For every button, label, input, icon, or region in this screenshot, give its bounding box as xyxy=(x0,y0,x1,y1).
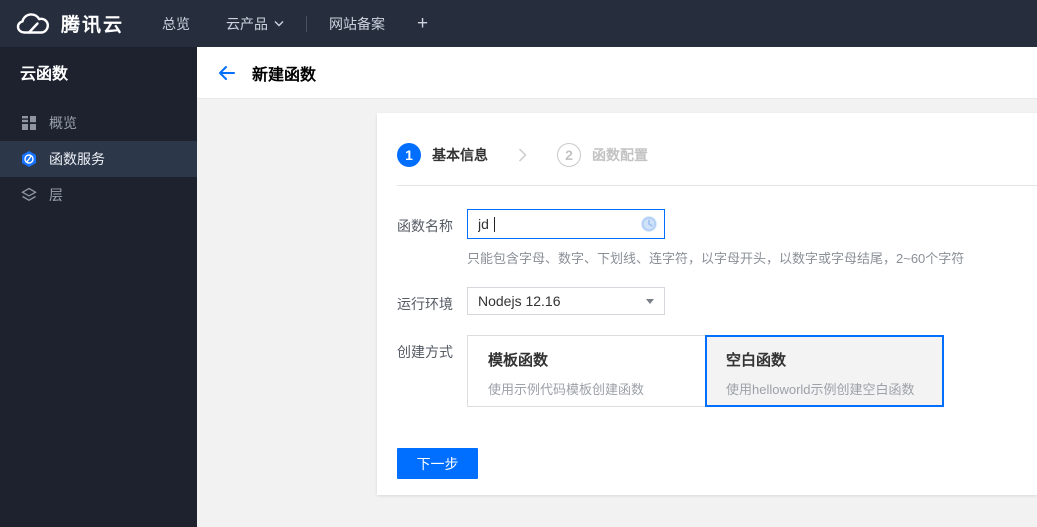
page-title: 新建函数 xyxy=(252,66,317,84)
method-card-blank-function[interactable]: 空白函数 使用helloworld示例创建空白函数 xyxy=(705,335,944,407)
brand-text: 腾讯云 xyxy=(61,15,125,36)
sidebar-menu: 概览 函数服务 层 xyxy=(0,105,197,213)
sidebar-title: 云函数 xyxy=(20,66,69,83)
nav-overview[interactable]: 总览 xyxy=(144,0,208,47)
creation-method-row: 创建方式 模板函数 使用示例代码模板创建函数 空白函数 使用helloworld… xyxy=(397,335,1017,407)
sidebar-item-label: 函数服务 xyxy=(49,151,105,167)
grid-icon xyxy=(20,114,38,132)
back-arrow-icon[interactable] xyxy=(218,64,236,82)
nav-cloud-products[interactable]: 云产品 xyxy=(208,0,302,47)
sidebar-item-function-service[interactable]: 函数服务 xyxy=(0,141,197,177)
chevron-down-icon xyxy=(274,20,284,27)
runtime-row: 运行环境 Nodejs 12.16 xyxy=(397,287,1017,315)
text-caret xyxy=(494,217,495,232)
runtime-selected-value: Nodejs 12.16 xyxy=(478,293,561,309)
page-header: 新建函数 xyxy=(197,47,1037,99)
cloud-logo-icon xyxy=(15,11,52,36)
function-name-label: 函数名称 xyxy=(397,218,453,234)
chevron-right-icon xyxy=(518,148,527,162)
step-2-label: 函数配置 xyxy=(592,147,648,163)
add-tab-button[interactable]: + xyxy=(403,13,442,35)
nav-icp-filing[interactable]: 网站备案 xyxy=(311,0,403,47)
method-card-template-function[interactable]: 模板函数 使用示例代码模板创建函数 xyxy=(467,335,706,407)
basic-info-form: 函数名称 jd 只能包含字母、数字、下划线、连字符，以字母开头，以数字或字母结尾… xyxy=(397,209,1017,479)
top-navigation: 总览 云产品 网站备案 + xyxy=(144,0,442,47)
method-card-group: 模板函数 使用示例代码模板创建函数 空白函数 使用helloworld示例创建空… xyxy=(467,335,944,407)
sidebar-item-label: 层 xyxy=(49,187,63,203)
nav-divider xyxy=(306,15,308,32)
create-function-card: 1 基本信息 2 函数配置 函数名称 jd 只能包含字母、数字、下划线、连字符，… xyxy=(377,113,1037,495)
tencent-cloud-logo[interactable]: 腾讯云 xyxy=(0,10,124,37)
next-step-button[interactable]: 下一步 xyxy=(397,448,478,479)
caret-down-icon xyxy=(646,298,654,304)
scf-hexagon-icon xyxy=(20,150,38,168)
method-card-desc: 使用helloworld示例创建空白函数 xyxy=(726,382,915,397)
function-name-hint: 只能包含字母、数字、下划线、连字符，以字母开头，以数字或字母结尾，2~60个字符 xyxy=(467,251,965,266)
step-1-circle: 1 xyxy=(397,143,421,167)
step-1-label: 基本信息 xyxy=(432,147,488,163)
main-area: 新建函数 1 基本信息 2 函数配置 函数名称 jd 只能包含字母、数字、下划线… xyxy=(197,47,1037,527)
function-name-row: 函数名称 jd 只能包含字母、数字、下划线、连字符，以字母开头，以数字或字母结尾… xyxy=(397,209,1017,267)
method-card-desc: 使用示例代码模板创建函数 xyxy=(488,382,645,397)
section-divider xyxy=(397,185,1037,186)
sidebar-item-label: 概览 xyxy=(49,115,77,131)
sidebar: 云函数 概览 函数服务 层 xyxy=(0,47,197,527)
clock-icon[interactable] xyxy=(640,215,658,233)
step-indicator: 1 基本信息 2 函数配置 xyxy=(397,143,1017,167)
sidebar-item-layers[interactable]: 层 xyxy=(0,177,197,213)
step-2-circle: 2 xyxy=(557,143,581,167)
layers-icon xyxy=(20,186,38,204)
runtime-select[interactable]: Nodejs 12.16 xyxy=(467,287,665,315)
method-card-title: 空白函数 xyxy=(726,352,787,369)
function-name-input[interactable] xyxy=(467,209,665,239)
creation-method-label: 创建方式 xyxy=(397,344,453,360)
method-card-title: 模板函数 xyxy=(488,352,549,369)
topbar: 腾讯云 总览 云产品 网站备案 + xyxy=(0,0,1037,47)
runtime-label: 运行环境 xyxy=(397,296,453,312)
sidebar-item-overview[interactable]: 概览 xyxy=(0,105,197,141)
